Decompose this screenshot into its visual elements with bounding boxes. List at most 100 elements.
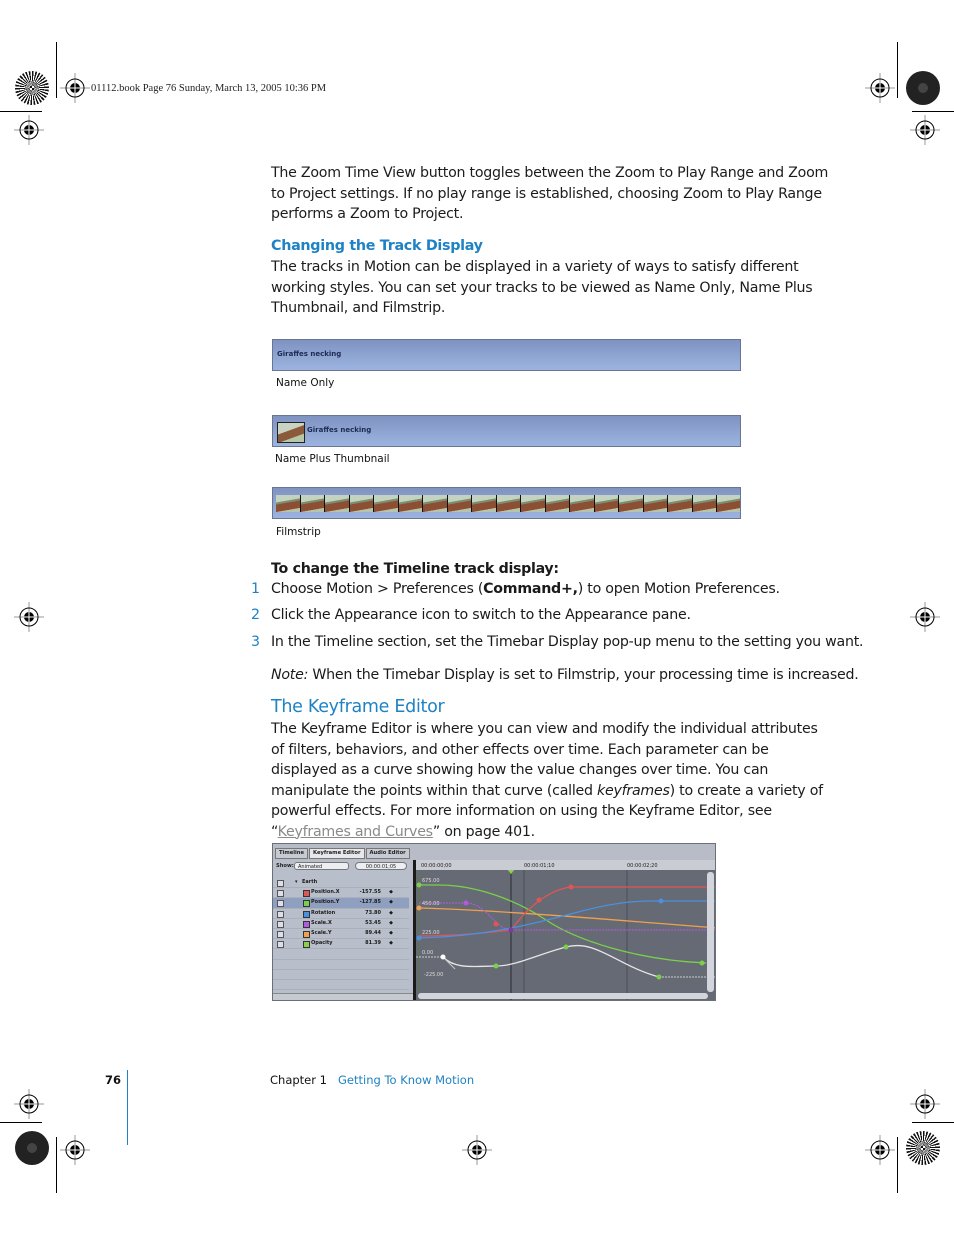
parameter-row[interactable]: Opacity 81.39 ◆ bbox=[273, 939, 409, 950]
crop-mark bbox=[912, 1122, 954, 1123]
parameter-name: Scale.Y bbox=[311, 929, 332, 936]
show-popup[interactable]: Animated bbox=[294, 862, 349, 870]
color-swatch bbox=[303, 930, 310, 938]
filmstrip-frame bbox=[496, 495, 521, 512]
step-number: 2 bbox=[251, 607, 261, 623]
filmstrip-frame bbox=[668, 495, 693, 512]
keyframe-editor-screenshot: Timeline Keyframe Editor Audio Editor Sh… bbox=[272, 843, 716, 1001]
filmstrip-frame bbox=[570, 495, 595, 512]
filmstrip-frames bbox=[276, 495, 740, 512]
keyframe-point[interactable] bbox=[699, 960, 705, 966]
parameter-value[interactable]: 89.44 bbox=[365, 929, 381, 938]
keyframe-point[interactable] bbox=[563, 944, 569, 950]
checkbox-icon[interactable] bbox=[277, 890, 284, 898]
keyframe-point[interactable] bbox=[568, 884, 574, 890]
crosshair-mark bbox=[462, 1135, 492, 1165]
parameter-value[interactable]: -127.85 bbox=[360, 898, 381, 907]
checkbox-icon[interactable] bbox=[277, 900, 284, 908]
keyframe-point[interactable] bbox=[658, 898, 664, 904]
track-figure-filmstrip bbox=[272, 487, 741, 519]
chapter-label: Chapter 1 bbox=[270, 1073, 327, 1087]
figure-caption-filmstrip: Filmstrip bbox=[276, 526, 321, 538]
filmstrip-frame bbox=[374, 495, 399, 512]
parameter-value[interactable]: -157.55 bbox=[360, 888, 381, 897]
keyframe-point[interactable] bbox=[656, 974, 662, 980]
parameter-value[interactable]: 73.80 bbox=[365, 909, 381, 918]
parameter-list-panel: Show: Animated 00:00:01;05 ▾ Earth Posit… bbox=[273, 860, 413, 1000]
tab-timeline[interactable]: Timeline bbox=[275, 848, 309, 859]
step-text: Choose Motion > Preferences (Command+,) … bbox=[271, 581, 780, 597]
keyframe-diamond-icon[interactable]: ◆ bbox=[389, 898, 393, 907]
checkbox-icon[interactable] bbox=[277, 880, 284, 887]
parameter-name: Position.X bbox=[311, 889, 340, 896]
curve-position-x bbox=[418, 886, 715, 937]
registration-starburst-bottom-left bbox=[15, 1131, 49, 1165]
keyframe-point[interactable] bbox=[493, 921, 499, 927]
editor-tabs: Timeline Keyframe Editor Audio Editor bbox=[275, 848, 411, 859]
filmstrip-frame bbox=[398, 495, 423, 512]
keyframe-point[interactable] bbox=[416, 882, 422, 888]
keyframe-point[interactable] bbox=[493, 963, 499, 969]
empty-row bbox=[273, 970, 409, 980]
timecode-field[interactable]: 00:00:01;05 bbox=[355, 862, 407, 870]
group-name: Earth bbox=[302, 879, 318, 885]
playhead-marker-icon[interactable] bbox=[507, 869, 515, 874]
crop-mark bbox=[0, 1122, 42, 1123]
track-name: Giraffes necking bbox=[307, 426, 372, 434]
keyframe-point[interactable] bbox=[440, 954, 446, 960]
italic-term: keyframes bbox=[597, 782, 670, 799]
checkbox-icon[interactable] bbox=[277, 930, 284, 938]
checkbox-icon[interactable] bbox=[277, 920, 284, 928]
intro-paragraph: The Zoom Time View button toggles betwee… bbox=[271, 165, 829, 222]
keyframe-diamond-icon[interactable]: ◆ bbox=[389, 888, 393, 897]
color-swatch bbox=[303, 890, 310, 898]
keyframe-diamond-icon[interactable]: ◆ bbox=[389, 939, 393, 948]
keyframe-diamond-icon[interactable]: ◆ bbox=[389, 929, 393, 938]
horizontal-scrollbar[interactable] bbox=[418, 993, 708, 999]
parameter-row[interactable]: Scale.X 53.45 ◆ bbox=[273, 919, 409, 929]
registration-starburst-bottom-right bbox=[906, 1131, 940, 1165]
empty-row bbox=[273, 960, 409, 970]
page-number: 76 bbox=[105, 1073, 122, 1087]
crosshair-mark bbox=[910, 602, 940, 632]
parameter-row[interactable]: Position.X -157.55 ◆ bbox=[273, 888, 409, 899]
cross-reference-link[interactable]: Keyframes and Curves bbox=[278, 824, 433, 840]
note-text: When the Timebar Display is set to Films… bbox=[308, 667, 859, 683]
parameter-row[interactable]: Scale.Y 89.44 ◆ bbox=[273, 929, 409, 940]
parameter-value[interactable]: 81.39 bbox=[365, 939, 381, 948]
curve-scale-y bbox=[418, 907, 715, 929]
crop-mark bbox=[0, 111, 42, 112]
group-row[interactable]: ▾ Earth bbox=[273, 878, 409, 889]
vertical-scrollbar[interactable] bbox=[707, 872, 714, 992]
keyframe-diamond-icon[interactable]: ◆ bbox=[389, 909, 393, 918]
checkbox-icon[interactable] bbox=[277, 941, 284, 949]
crosshair-mark bbox=[60, 1135, 90, 1165]
keyframe-diamond-icon[interactable]: ◆ bbox=[389, 919, 393, 928]
step-number: 1 bbox=[251, 581, 261, 597]
keyframe-point[interactable] bbox=[536, 897, 542, 903]
show-label: Show: bbox=[276, 863, 294, 869]
step-text-part: ) to open Motion Preferences. bbox=[577, 581, 780, 597]
tab-keyframe-editor[interactable]: Keyframe Editor bbox=[309, 848, 365, 859]
keyframe-point[interactable] bbox=[463, 900, 469, 906]
parameter-row[interactable]: Position.Y -127.85 ◆ bbox=[273, 898, 409, 909]
tab-audio-editor[interactable]: Audio Editor bbox=[365, 848, 410, 859]
keyframe-point[interactable] bbox=[416, 935, 422, 941]
step-number: 3 bbox=[251, 634, 261, 650]
crosshair-mark bbox=[865, 1135, 895, 1165]
figure-caption-name-only: Name Only bbox=[276, 377, 335, 389]
curve-graph[interactable]: 675.00 450.00 225.00 0.00 -225.00 bbox=[416, 869, 715, 1000]
parameter-row[interactable]: Rotation 73.80 ◆ bbox=[273, 909, 409, 919]
disclosure-triangle-icon[interactable]: ▾ bbox=[295, 878, 298, 887]
crop-mark bbox=[912, 111, 954, 112]
keyframe-point[interactable] bbox=[416, 905, 422, 911]
crosshair-mark bbox=[910, 1089, 940, 1119]
checkbox-icon[interactable] bbox=[277, 910, 284, 918]
crop-mark bbox=[897, 1137, 898, 1193]
parameter-name: Rotation bbox=[311, 909, 336, 916]
track-figure-name-plus-thumbnail: Giraffes necking bbox=[272, 415, 741, 447]
filmstrip-frame bbox=[594, 495, 619, 512]
parameter-value[interactable]: 53.45 bbox=[365, 919, 381, 928]
note-label: Note: bbox=[271, 667, 309, 683]
keyframe-point[interactable] bbox=[508, 927, 514, 933]
